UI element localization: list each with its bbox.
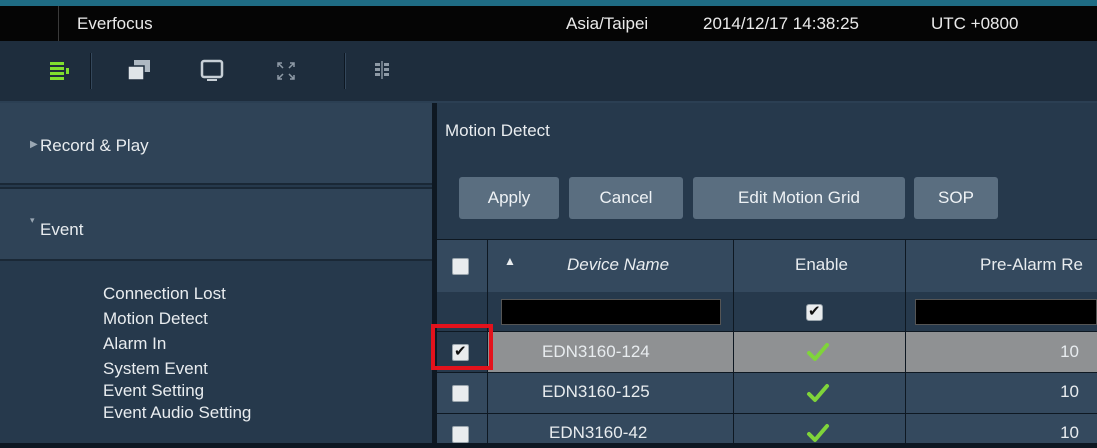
pre-alarm-cell: 10 (1060, 382, 1079, 401)
select-all-checkbox[interactable] (452, 258, 469, 275)
table-row[interactable]: ✔ EDN3160-124 10 (437, 332, 1097, 372)
sidebar-section-event[interactable]: ▾ Event (0, 187, 432, 261)
pre-alarm-filter-input[interactable] (915, 299, 1097, 325)
checkmark-icon: ✔ (808, 303, 821, 320)
row-checkbox[interactable] (452, 385, 469, 402)
sidebar-section-label: Record & Play (40, 136, 149, 155)
datetime-label: 2014/12/17 14:38:25 (703, 14, 859, 33)
app-title: Everfocus (77, 14, 153, 33)
sop-button[interactable]: SOP (914, 177, 998, 219)
apply-button[interactable]: Apply (459, 177, 559, 219)
table-row[interactable]: EDN3160-125 10 (437, 373, 1097, 413)
title-bar: Everfocus Asia/Taipei 2014/12/17 14:38:2… (0, 6, 1097, 41)
caret-right-icon: ▶ (30, 139, 38, 150)
event-submenu: Connection Lost Motion Detect Alarm In S… (0, 261, 432, 443)
windows-icon[interactable] (119, 51, 159, 91)
highlight-box (431, 324, 493, 370)
column-divider (733, 239, 734, 443)
column-header-enable[interactable]: Enable (795, 255, 848, 275)
submenu-item-event-audio-setting[interactable]: Event Audio Setting (103, 402, 251, 424)
title-separator (58, 6, 59, 41)
device-name-filter-input[interactable] (501, 299, 721, 325)
pre-alarm-cell: 10 (1060, 423, 1079, 442)
menu-list-icon[interactable] (40, 51, 80, 91)
toolbar-divider (90, 53, 91, 89)
monitor-icon[interactable] (192, 51, 232, 91)
page-title: Motion Detect (445, 121, 550, 140)
column-header-device-name[interactable]: Device Name (567, 255, 669, 275)
sidebar: ▶ Record & Play ▾ Event Connection Lost … (0, 103, 432, 443)
submenu-item-event-setting[interactable]: Event Setting (103, 380, 204, 402)
enabled-check-icon (807, 424, 829, 442)
column-divider (905, 239, 906, 443)
submenu-item-alarm-in[interactable]: Alarm In (103, 333, 166, 355)
sidebar-section-label: Event (40, 220, 84, 239)
main-panel: Motion Detect Apply Cancel Edit Motion G… (437, 103, 1097, 443)
submenu-item-motion-detect[interactable]: Motion Detect (103, 308, 208, 330)
pre-alarm-cell: 10 (1060, 342, 1079, 361)
filter-row: ✔ (437, 292, 1097, 332)
cancel-button[interactable]: Cancel (569, 177, 683, 219)
row-checkbox[interactable] (452, 426, 469, 443)
device-name-cell: EDN3160-42 (549, 423, 648, 442)
toolbar-divider (344, 53, 345, 89)
timezone-label: Asia/Taipei (566, 14, 649, 33)
table-header: ▲ Device Name Enable Pre-Alarm Re (437, 239, 1097, 292)
layout-grid-icon[interactable] (362, 51, 402, 91)
enable-filter-checkbox[interactable]: ✔ (806, 303, 823, 321)
device-name-cell: EDN3160-124 (542, 342, 650, 361)
fullscreen-icon[interactable] (266, 51, 306, 91)
caret-down-icon: ▾ (30, 215, 35, 225)
sidebar-section-record-play[interactable]: ▶ Record & Play (0, 103, 432, 185)
device-name-cell: EDN3160-125 (542, 382, 650, 401)
enabled-check-icon (807, 343, 829, 361)
sort-ascending-icon[interactable]: ▲ (504, 254, 516, 268)
toolbar (0, 41, 1097, 103)
utc-offset-label: UTC +0800 (931, 14, 1019, 33)
column-header-pre-alarm[interactable]: Pre-Alarm Re (980, 255, 1083, 275)
table-row[interactable]: EDN3160-42 10 (437, 414, 1097, 443)
edit-motion-grid-button[interactable]: Edit Motion Grid (693, 177, 905, 219)
submenu-item-system-event[interactable]: System Event (103, 358, 208, 380)
submenu-item-connection-lost[interactable]: Connection Lost (103, 283, 226, 305)
enabled-check-icon (807, 384, 829, 402)
